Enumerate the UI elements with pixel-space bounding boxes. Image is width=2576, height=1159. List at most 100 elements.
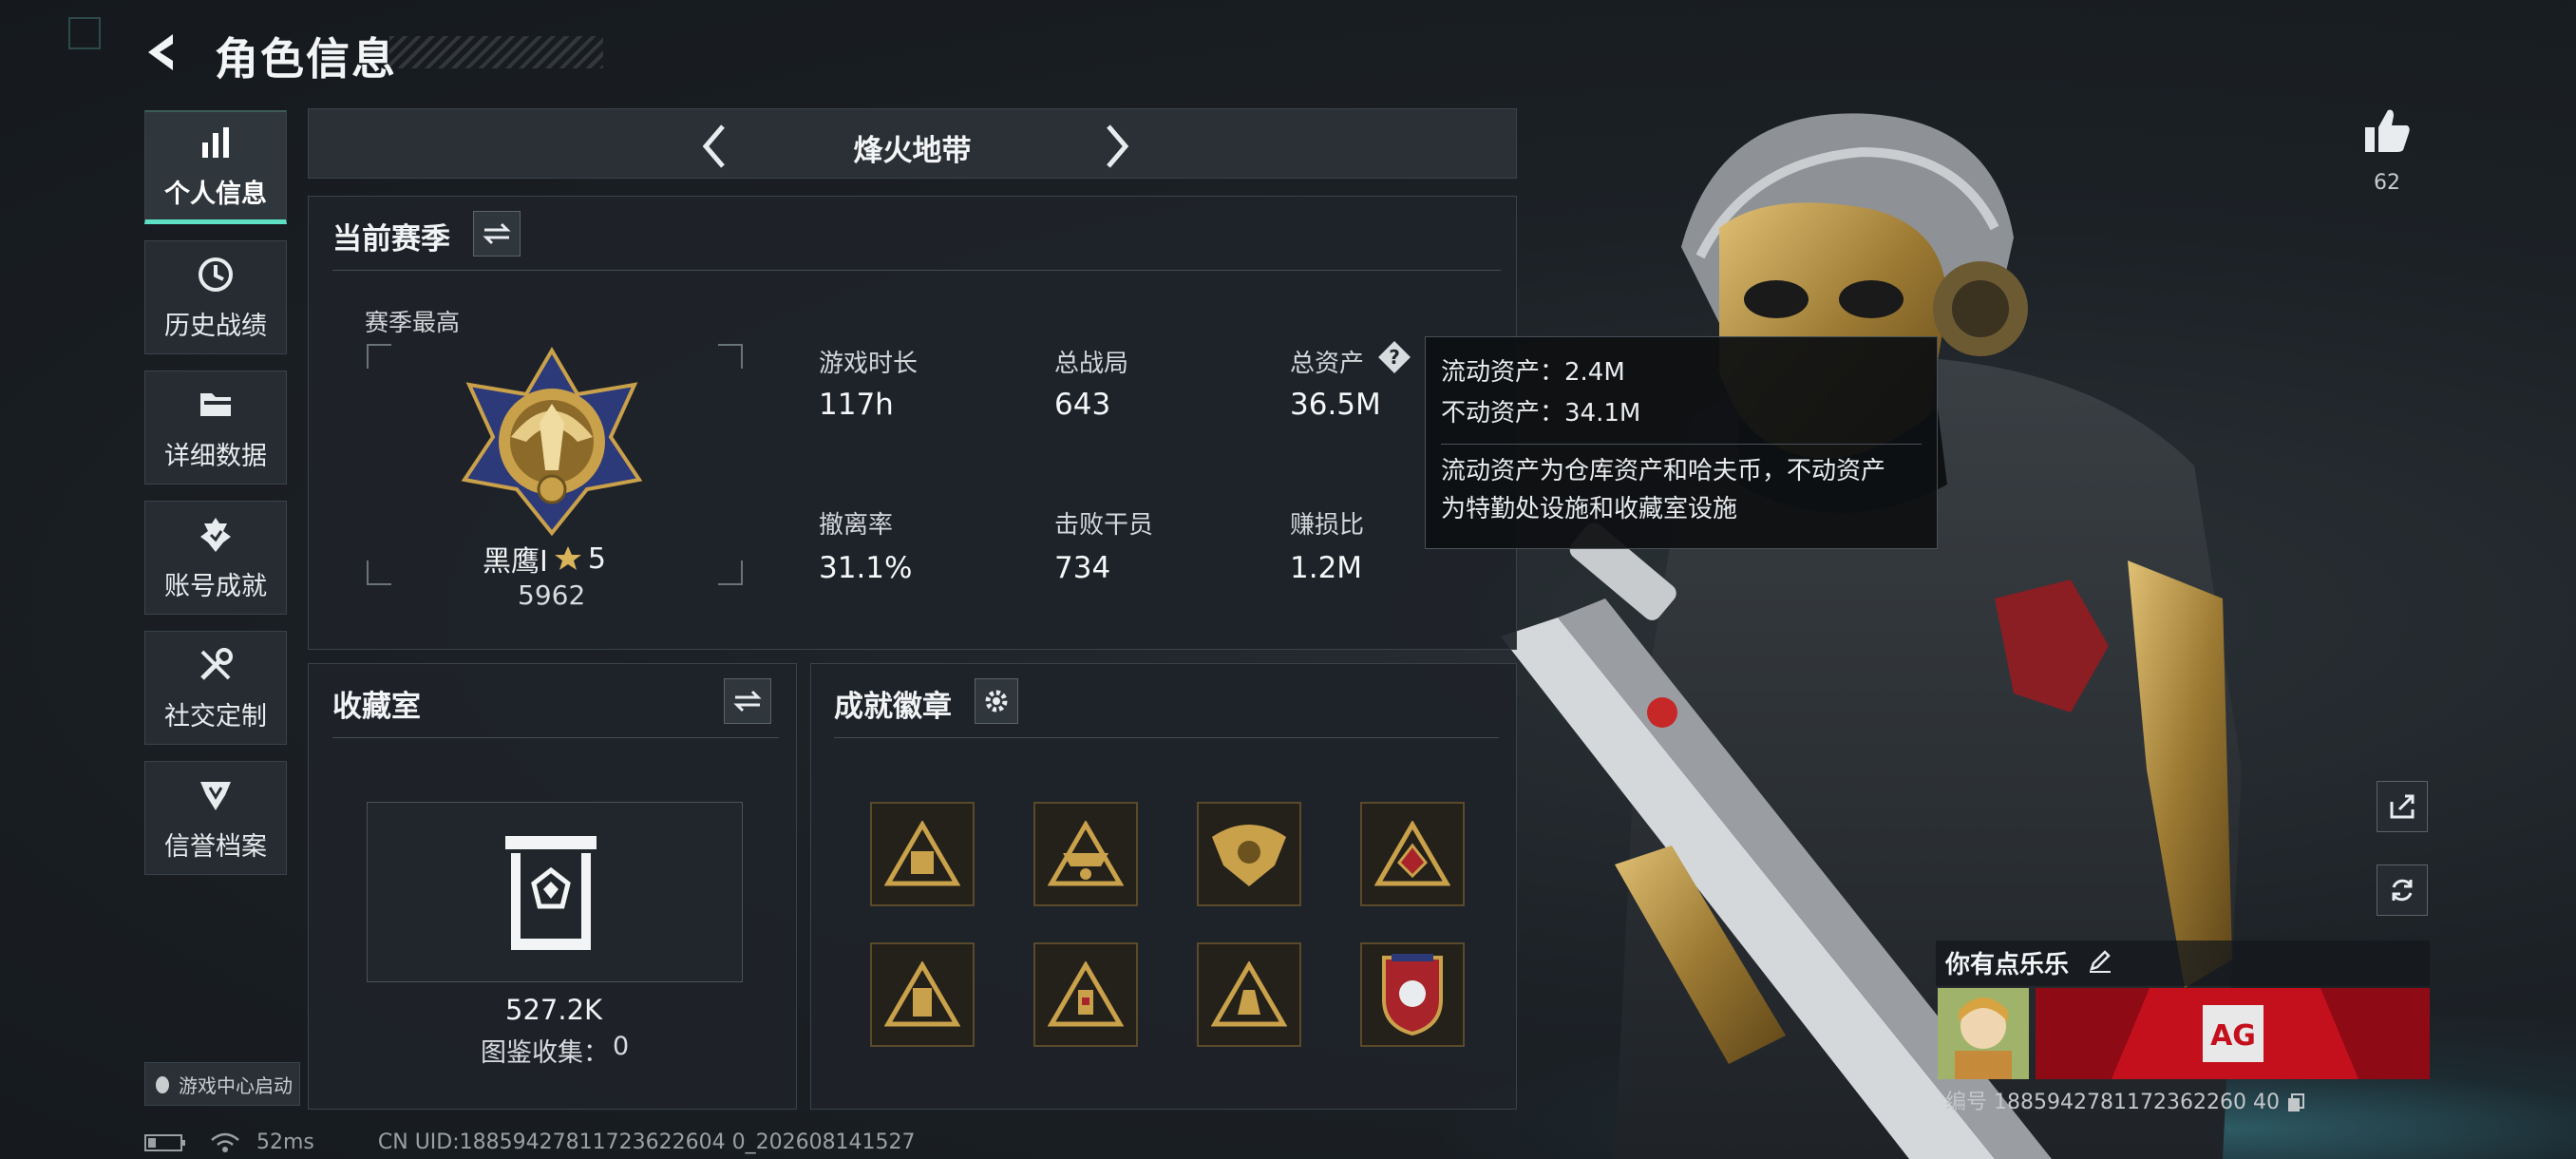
achievements-settings-button[interactable] xyxy=(975,678,1018,724)
nav-label: 信誉档案 xyxy=(164,831,267,862)
nav-item-detailed-data[interactable]: 详细数据 xyxy=(144,370,287,484)
tooltip-desc-line2: 为特勤处设施和收藏室设施 xyxy=(1441,495,1738,523)
nav-item-social[interactable]: 社交定制 xyxy=(144,631,287,745)
game-center-launch-button[interactable]: 游戏中心启动 xyxy=(144,1062,300,1106)
rank-name: 黑鹰I xyxy=(483,545,548,579)
stat-value-total-matches: 643 xyxy=(1054,388,1111,422)
back-arrow-icon[interactable] xyxy=(141,28,188,76)
catalog-label: 图鉴收集： xyxy=(481,1038,609,1068)
season-title: 当前赛季 xyxy=(332,222,450,256)
triangle-badge-icon xyxy=(1374,821,1450,886)
thumbs-up-icon[interactable] xyxy=(2359,104,2413,158)
collection-switch-button[interactable] xyxy=(724,678,771,724)
divider xyxy=(332,737,779,738)
status-bar: 52ms CN UID:18859427811723622604 0_20260… xyxy=(144,1130,916,1154)
season-switch-button[interactable] xyxy=(473,211,521,256)
achievement-badge[interactable] xyxy=(1197,942,1301,1047)
eagle-badge-icon xyxy=(1212,825,1286,886)
stat-value-total-assets: 36.5M xyxy=(1290,388,1381,422)
collection-value: 527.2K xyxy=(505,994,603,1026)
player-id-label: 编号 xyxy=(1945,1091,1988,1114)
triangle-badge-icon xyxy=(884,821,960,886)
achievement-badge[interactable] xyxy=(1197,802,1301,906)
wifi-icon xyxy=(211,1132,239,1152)
penguin-icon xyxy=(156,1076,169,1093)
copy-icon[interactable] xyxy=(2286,1092,2307,1113)
stat-label-extraction-rate: 撤离率 xyxy=(819,511,894,540)
triangle-badge-icon xyxy=(1048,821,1124,886)
triangle-badge-icon xyxy=(1048,961,1124,1027)
tooltip-desc-line1: 流动资产为仓库资产和哈夫币，不动资产 xyxy=(1441,457,1886,485)
achievement-badge[interactable] xyxy=(870,802,975,906)
catalog-value: 0 xyxy=(613,1032,630,1061)
achievement-badge[interactable] xyxy=(1033,942,1138,1047)
nav-label: 社交定制 xyxy=(164,701,267,732)
triangle-badge-icon xyxy=(1211,961,1287,1027)
star-icon xyxy=(554,546,581,570)
stat-label-playtime: 游戏时长 xyxy=(819,350,919,378)
credit-shield-icon xyxy=(200,781,231,810)
player-banner: AG xyxy=(2036,988,2430,1079)
nav-item-achievements[interactable]: 账号成就 xyxy=(144,501,287,615)
nav-label: 历史战绩 xyxy=(164,311,267,341)
game-center-launch-label: 游戏中心启动 xyxy=(179,1074,293,1097)
edit-pencil-icon[interactable] xyxy=(2086,946,2114,975)
nav-item-history[interactable]: 历史战绩 xyxy=(144,240,287,354)
team-banner-image: AG xyxy=(2036,988,2430,1079)
stat-label-profit-ratio: 赚损比 xyxy=(1290,511,1365,540)
catalog-collection: 图鉴收集： 0 xyxy=(481,1032,629,1069)
bar-chart-icon xyxy=(202,127,229,158)
chevron-right-icon[interactable] xyxy=(1097,121,1135,172)
divider xyxy=(332,270,1501,271)
mode-selector: 烽火地带 xyxy=(308,108,1517,179)
achievement-badge[interactable] xyxy=(1360,942,1465,1047)
player-name: 你有点乐乐 xyxy=(1945,951,2070,979)
nav-item-credit[interactable]: 信誉档案 xyxy=(144,761,287,875)
refresh-icon xyxy=(2392,879,2413,902)
history-clock-icon xyxy=(199,256,233,292)
vault-icon xyxy=(505,836,597,950)
uid-text: CN UID:18859427811723622604 0_2026081415… xyxy=(377,1130,916,1154)
nav-label: 个人信息 xyxy=(164,180,267,209)
achievement-badge[interactable] xyxy=(1033,802,1138,906)
share-icon xyxy=(2390,794,2415,819)
rank-label: 黑鹰I 5 xyxy=(483,538,606,580)
wrench-tools-icon xyxy=(200,647,233,680)
achievement-badge[interactable] xyxy=(870,942,975,1047)
stat-label-total-assets: 总资产 xyxy=(1290,350,1365,378)
svg-text:AG: AG xyxy=(2210,1019,2256,1053)
divider xyxy=(834,737,1499,738)
share-button[interactable] xyxy=(2377,781,2428,832)
corner-mark xyxy=(68,17,101,49)
rank-stars: 5 xyxy=(587,542,606,576)
tooltip-divider xyxy=(1441,444,1922,445)
stat-label-total-matches: 总战局 xyxy=(1054,350,1129,378)
page-title: 角色信息 xyxy=(215,33,397,85)
folder-icon xyxy=(200,392,231,416)
stat-label-operators-defeated: 击败干员 xyxy=(1054,511,1154,540)
stat-value-profit-ratio: 1.2M xyxy=(1290,551,1363,585)
title-decoration xyxy=(389,36,603,68)
shield-badge-icon xyxy=(1382,954,1443,1036)
achievement-badge[interactable] xyxy=(1360,802,1465,906)
stat-value-extraction-rate: 31.1% xyxy=(819,551,913,585)
stat-value-playtime: 117h xyxy=(819,388,894,422)
rank-emblem-icon xyxy=(461,347,643,537)
gear-icon xyxy=(985,690,1008,712)
ping-value: 52ms xyxy=(256,1130,314,1154)
frame-corner xyxy=(718,344,743,369)
player-id-value: 1885942781172362260 40 xyxy=(1994,1091,2280,1114)
help-question-icon[interactable]: ? xyxy=(1375,338,1413,376)
nav-label: 详细数据 xyxy=(164,441,267,471)
season-peak-label: 赛季最高 xyxy=(365,309,461,336)
tooltip-liquid-assets: 流动资产：2.4M xyxy=(1441,358,1625,387)
player-avatar[interactable] xyxy=(1938,988,2029,1079)
swap-arrows-icon xyxy=(733,690,762,712)
refresh-button[interactable] xyxy=(2377,864,2428,916)
achievements-title: 成就徽章 xyxy=(834,690,952,724)
nav-item-personal-info[interactable]: 个人信息 xyxy=(144,110,287,224)
swap-arrows-icon xyxy=(483,222,511,245)
like-count: 62 xyxy=(2374,171,2400,195)
avatar-image xyxy=(1938,988,2029,1079)
battery-icon xyxy=(144,1134,185,1151)
